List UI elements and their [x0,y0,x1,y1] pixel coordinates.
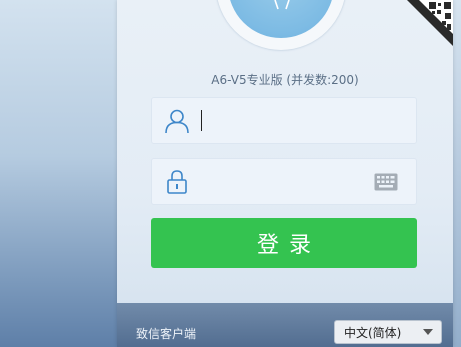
client-label: 致信客户端 [136,327,197,341]
language-selected-value: 中文(简体) [344,325,402,340]
keyboard-icon[interactable] [374,173,398,191]
language-select[interactable]: 中文(简体) [334,320,442,344]
desktop-background-left [0,0,117,347]
lock-icon [167,170,187,194]
text-cursor [201,110,202,131]
username-field[interactable] [151,97,417,144]
footer-bar: 致信客户端 中文(简体) [117,303,453,347]
password-field[interactable] [151,158,417,205]
login-button[interactable]: 登录 [151,218,417,268]
qr-code-icon[interactable] [407,0,453,46]
login-panel: A6-V5专业版 (并发数:200) 登录 致信客户端 中文(简体) [117,0,453,347]
avatar-person-icon [274,0,290,10]
version-label: A6-V5专业版 (并发数:200) [211,73,359,87]
chevron-down-icon [423,329,433,335]
desktop-background-right [453,0,461,347]
user-icon [165,109,189,134]
